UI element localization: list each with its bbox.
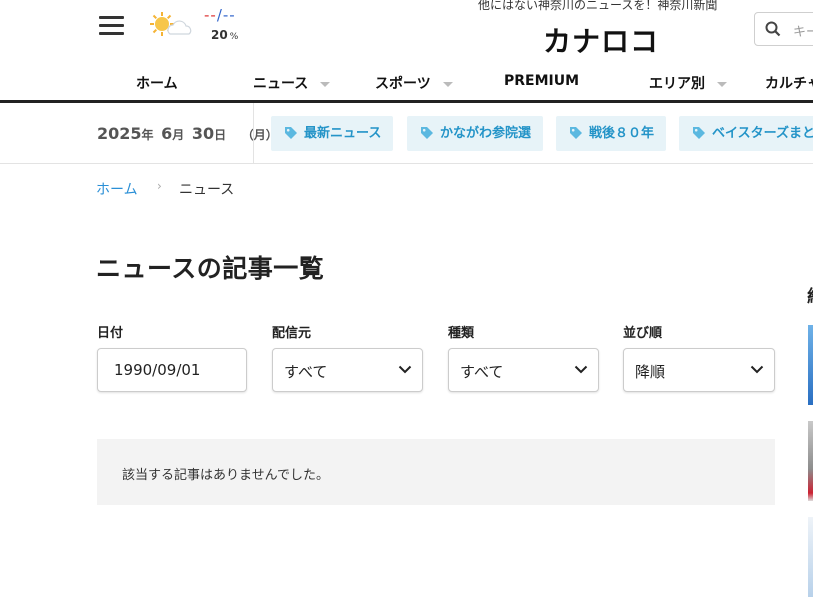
breadcrumb-home[interactable]: ホーム: [96, 179, 138, 199]
sidebar-thumbnail[interactable]: [808, 517, 813, 597]
nav-item-culture[interactable]: カルチャ: [765, 73, 813, 93]
divider: [253, 103, 254, 163]
tag-icon: [570, 126, 582, 139]
nav-item-area[interactable]: エリア別: [649, 73, 727, 93]
sidebar-thumbnail[interactable]: [808, 421, 813, 501]
page-title: ニュースの記事一覧: [96, 254, 325, 283]
sunny-cloudy-icon: [149, 10, 197, 40]
date-input[interactable]: 1990/09/01: [97, 348, 247, 392]
nav-item-sports[interactable]: スポーツ: [375, 73, 453, 93]
chevron-down-icon: [574, 365, 588, 374]
tag-icon: [285, 126, 297, 139]
tag-postwar-80[interactable]: 戦後８０年: [556, 116, 667, 151]
source-filter-label: 配信元: [272, 326, 312, 341]
chevron-down-icon: [398, 365, 412, 374]
nav-item-premium[interactable]: PREMIUM: [504, 73, 579, 89]
chevron-down-icon: [717, 81, 727, 87]
breadcrumb-current: ニュース: [179, 182, 235, 198]
sidebar-thumbnail[interactable]: [808, 325, 813, 405]
type-filter-label: 種類: [448, 326, 475, 341]
tag-election[interactable]: かながわ参院選: [407, 116, 544, 151]
site-tagline: 他にはない神奈川のニュースを！神奈川新聞: [478, 0, 718, 12]
order-select[interactable]: 降順: [623, 348, 775, 392]
order-filter-label: 並び順: [623, 326, 663, 341]
global-nav: ホーム ニュース スポーツ PREMIUM エリア別 カルチャ: [0, 64, 813, 100]
tag-icon: [693, 126, 705, 139]
current-date: 2025年 6月 30日 （月）: [97, 124, 278, 143]
rain-probability: 20%: [211, 28, 239, 42]
nav-item-home[interactable]: ホーム: [136, 73, 178, 93]
tag-latest-news[interactable]: 最新ニュース: [271, 116, 394, 151]
sidebar-heading: 紀: [807, 282, 813, 307]
chevron-down-icon: [442, 81, 453, 87]
temperature: --/--: [204, 6, 236, 24]
chevron-down-icon: [750, 365, 764, 374]
breadcrumb-separator: ›: [157, 179, 162, 193]
tag-icon: [421, 126, 433, 139]
search-input[interactable]: キー: [754, 12, 813, 46]
nav-item-news[interactable]: ニュース: [253, 73, 331, 93]
empty-result-message: 該当する記事はありませんでした。: [97, 439, 775, 505]
tag-baystars[interactable]: ベイスターズまと: [679, 116, 813, 151]
chevron-down-icon: [320, 81, 331, 87]
menu-icon[interactable]: [99, 16, 124, 36]
search-icon: [765, 21, 781, 37]
site-logo[interactable]: カナロコ: [543, 20, 659, 60]
source-select[interactable]: すべて: [272, 348, 423, 392]
type-select[interactable]: すべて: [448, 348, 599, 392]
date-filter-label: 日付: [97, 326, 124, 341]
